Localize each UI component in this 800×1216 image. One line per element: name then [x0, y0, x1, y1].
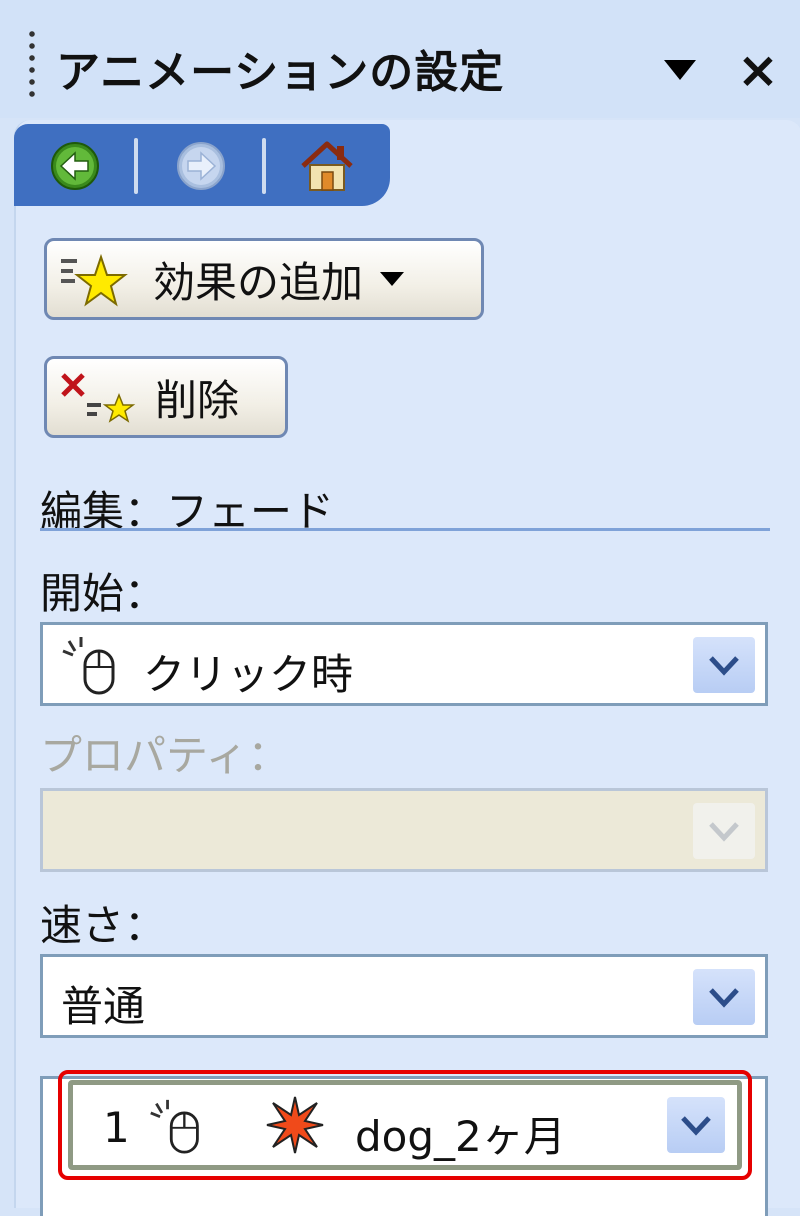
start-dropdown-arrow[interactable] [693, 637, 755, 693]
chevron-down-icon [380, 272, 405, 286]
back-arrow-icon [51, 142, 99, 190]
chevron-down-icon [709, 656, 739, 676]
close-button[interactable]: × [730, 40, 786, 100]
speed-dropdown-value: 普通 [61, 982, 146, 1031]
speed-dropdown[interactable]: 普通 [40, 954, 768, 1038]
start-dropdown[interactable]: クリック時 [40, 622, 768, 706]
mouse-click-icon [150, 1099, 199, 1154]
effect-order-number: 1 [103, 1103, 130, 1152]
add-effect-star-icon [61, 253, 128, 307]
forward-button[interactable] [168, 140, 234, 192]
remove-effect-button[interactable]: 削除 [44, 356, 288, 438]
chevron-down-icon [681, 1116, 711, 1136]
nav-separator [262, 138, 266, 194]
nav-separator [134, 138, 138, 194]
pane-title: アニメーションの設定 [56, 47, 505, 98]
effect-target-name: dog_2ヶ月 [355, 1112, 566, 1161]
remove-label: 削除 [155, 375, 240, 425]
mouse-click-icon [62, 637, 115, 695]
add-effect-label: 効果の追加 [153, 257, 364, 307]
dropdown-triangle-icon [664, 60, 696, 80]
pane-titlebar: アニメーションの設定 × [0, 0, 800, 118]
speed-dropdown-arrow[interactable] [693, 969, 755, 1025]
home-icon [301, 141, 353, 191]
speed-label: 速さ： [40, 901, 167, 950]
back-button[interactable] [42, 140, 108, 192]
drag-grip-handle[interactable] [28, 28, 36, 100]
effect-list-item[interactable]: 1 dog_2ヶ月 [68, 1080, 742, 1170]
pane-options-button[interactable] [660, 54, 700, 86]
home-button[interactable] [294, 140, 360, 192]
chevron-down-icon [709, 822, 739, 842]
property-label: プロパティ： [40, 731, 290, 780]
start-label: 開始： [40, 569, 167, 618]
heading-divider [40, 528, 770, 531]
forward-arrow-icon [177, 142, 225, 190]
remove-effect-icon [61, 373, 136, 423]
add-effect-button[interactable]: 効果の追加 [44, 238, 484, 320]
chevron-down-icon [709, 988, 739, 1008]
property-dropdown-arrow [693, 803, 755, 859]
property-dropdown [40, 788, 768, 872]
start-dropdown-value: クリック時 [143, 650, 354, 699]
entrance-effect-star-icon [266, 1096, 324, 1154]
effect-item-dropdown-arrow[interactable] [667, 1097, 725, 1153]
